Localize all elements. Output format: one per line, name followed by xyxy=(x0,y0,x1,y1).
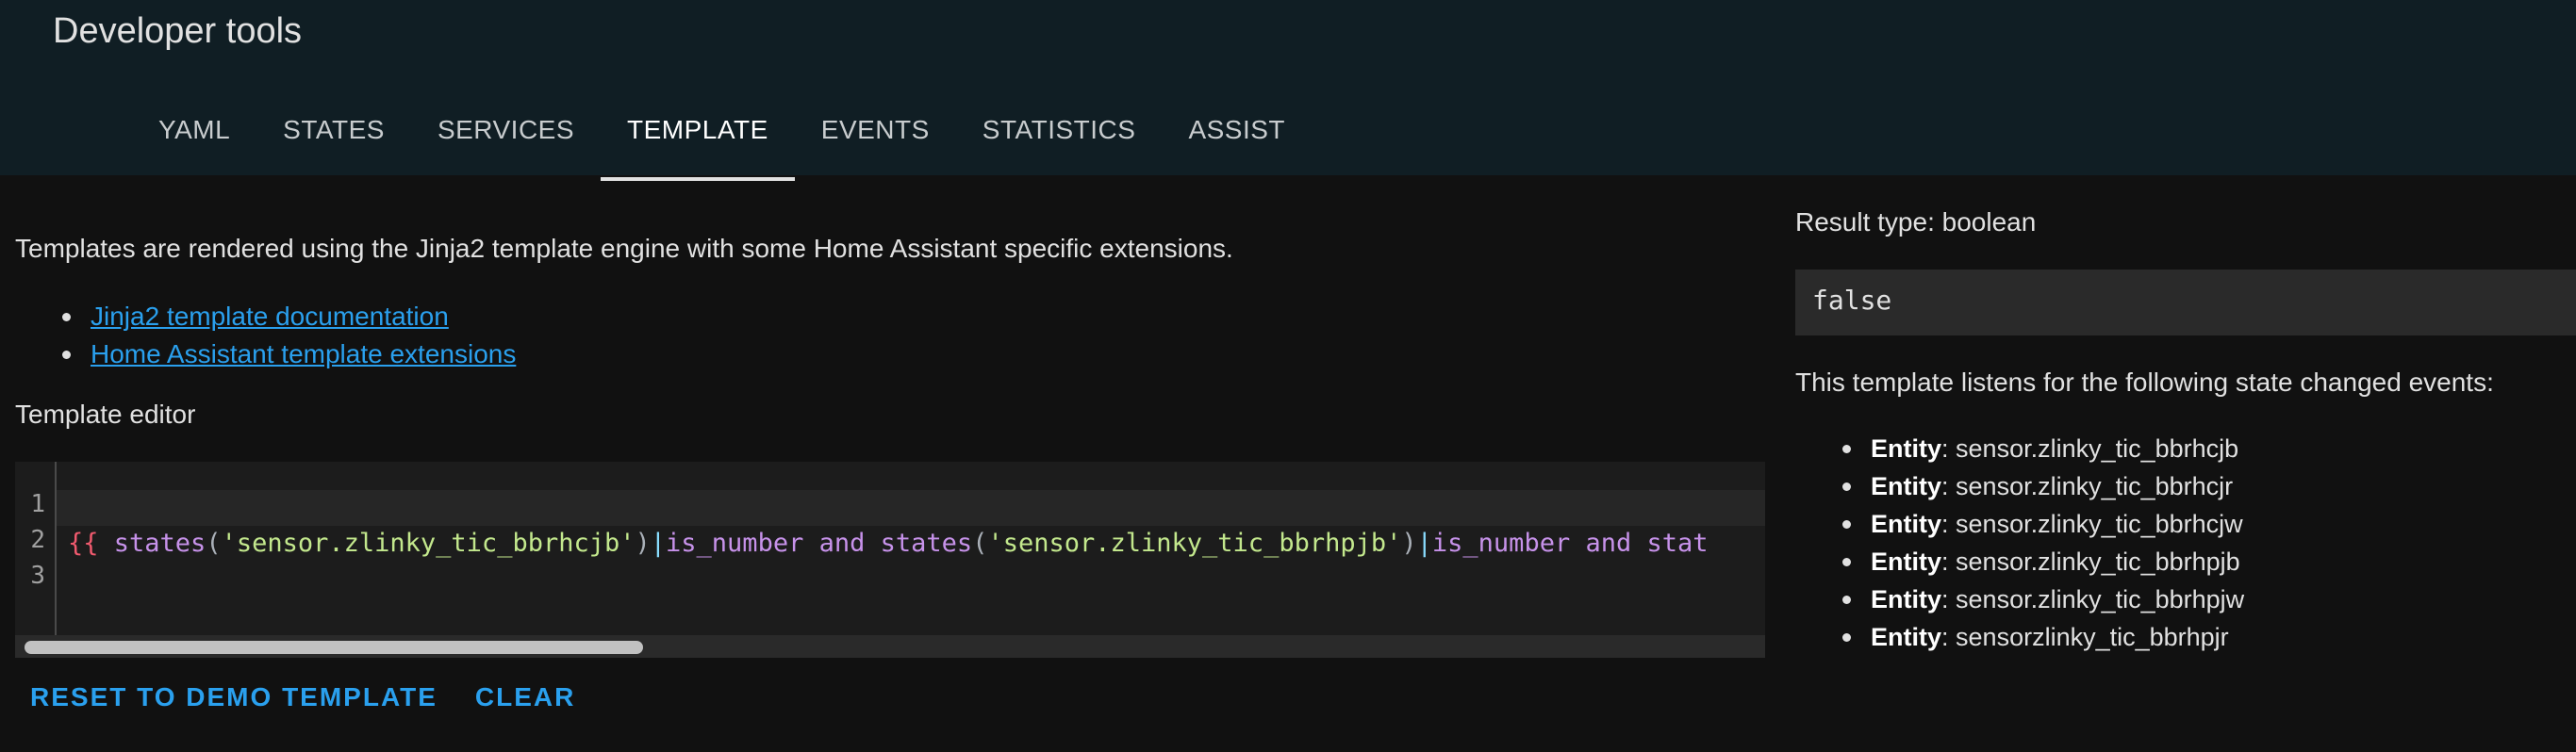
entity-label: Entity xyxy=(1871,434,1942,463)
tab-assist[interactable]: ASSIST xyxy=(1162,94,1312,175)
code-line[interactable]: {{ states('sensor.zlinky_tic_bbrhcjb')|i… xyxy=(68,526,1709,562)
entity-id: sensor.zlinky_tic_bbrhcjr xyxy=(1956,472,2234,500)
entity-label: Entity xyxy=(1871,510,1942,538)
line-number-gutter: 1 2 3 xyxy=(15,462,57,635)
result-value: false xyxy=(1812,285,1892,316)
code-token: 'sensor.zlinky_tic_bbrhpjb' xyxy=(987,529,1402,558)
page-title: Developer tools xyxy=(53,11,303,51)
code-token: stat xyxy=(1646,529,1709,558)
code-token: and xyxy=(1585,529,1632,558)
entity-id: sensor.zlinky_tic_bbrhcjw xyxy=(1956,510,2243,538)
listeners-description: This template listens for the following … xyxy=(1795,368,2494,397)
line-number: 3 xyxy=(30,562,45,590)
list-item: Entity: sensor.zlinky_tic_bbrhpjw xyxy=(1837,580,2244,618)
tab-events[interactable]: EVENTS xyxy=(795,94,956,175)
entity-label: Entity xyxy=(1871,585,1942,613)
list-item: Entity: sensor.zlinky_tic_bbrhcjr xyxy=(1837,467,2244,505)
list-item: Entity: sensor.zlinky_tic_bbrhpjb xyxy=(1837,543,2244,580)
list-item: Home Assistant template extensions xyxy=(57,335,516,373)
code-token: | xyxy=(1416,529,1432,558)
line-number: 1 xyxy=(30,490,45,518)
list-item: Entity: sensorzlinky_tic_bbrhpjr xyxy=(1837,618,2244,656)
list-item: Entity: sensor.zlinky_tic_bbrhcjb xyxy=(1837,430,2244,467)
clear-button[interactable]: CLEAR xyxy=(475,675,575,720)
entity-label: Entity xyxy=(1871,472,1942,500)
tab-yaml[interactable]: YAML xyxy=(132,94,256,175)
code-token: states xyxy=(880,529,973,558)
line-number: 2 xyxy=(30,526,45,554)
entity-label: Entity xyxy=(1871,548,1942,576)
tab-statistics[interactable]: STATISTICS xyxy=(956,94,1163,175)
entity-list: Entity: sensor.zlinky_tic_bbrhcjb Entity… xyxy=(1837,430,2244,656)
ha-template-extensions-link[interactable]: Home Assistant template extensions xyxy=(91,339,516,368)
entity-id: sensorzlinky_tic_bbrhpjr xyxy=(1956,623,2229,651)
entity-id: sensor.zlinky_tic_bbrhpjw xyxy=(1956,585,2245,613)
entity-id: sensor.zlinky_tic_bbrhcjb xyxy=(1956,434,2239,463)
tab-services[interactable]: SERVICES xyxy=(411,94,601,175)
intro-text: Templates are rendered using the Jinja2 … xyxy=(15,234,1233,263)
list-item: Entity: sensor.zlinky_tic_bbrhcjw xyxy=(1837,505,2244,543)
tab-bar: YAML STATES SERVICES TEMPLATE EVENTS STA… xyxy=(132,94,1312,181)
entity-id: sensor.zlinky_tic_bbrhpjb xyxy=(1956,548,2240,576)
list-item: Jinja2 template documentation xyxy=(57,298,516,335)
reset-demo-template-button[interactable]: RESET TO DEMO TEMPLATE xyxy=(30,675,438,720)
app-header: Developer tools YAML STATES SERVICES TEM… xyxy=(0,0,2576,181)
active-line-highlight xyxy=(57,490,1765,526)
code-token: and xyxy=(818,529,866,558)
code-token: {{ xyxy=(68,529,99,558)
result-type-label: Result type: boolean xyxy=(1795,207,2037,237)
scrollbar-thumb[interactable] xyxy=(25,641,643,654)
template-editor[interactable]: 1 2 3 {{ states('sensor.zlinky_tic_bbrhc… xyxy=(15,462,1765,658)
tab-template[interactable]: TEMPLATE xyxy=(601,94,795,181)
template-editor-label: Template editor xyxy=(15,400,196,429)
tab-states[interactable]: STATES xyxy=(256,94,411,175)
jinja2-docs-link[interactable]: Jinja2 template documentation xyxy=(91,302,449,331)
code-token: states xyxy=(113,529,206,558)
result-output: false xyxy=(1795,270,2576,335)
code-token: | xyxy=(650,529,667,558)
code-token: is_number xyxy=(1431,529,1571,558)
doc-links-list: Jinja2 template documentation Home Assis… xyxy=(57,298,516,373)
entity-label: Entity xyxy=(1871,623,1942,651)
horizontal-scrollbar[interactable] xyxy=(15,635,1765,658)
editor-actions: RESET TO DEMO TEMPLATE CLEAR xyxy=(30,675,575,720)
code-token: is_number xyxy=(666,529,804,558)
code-token: 'sensor.zlinky_tic_bbrhcjb' xyxy=(221,529,636,558)
